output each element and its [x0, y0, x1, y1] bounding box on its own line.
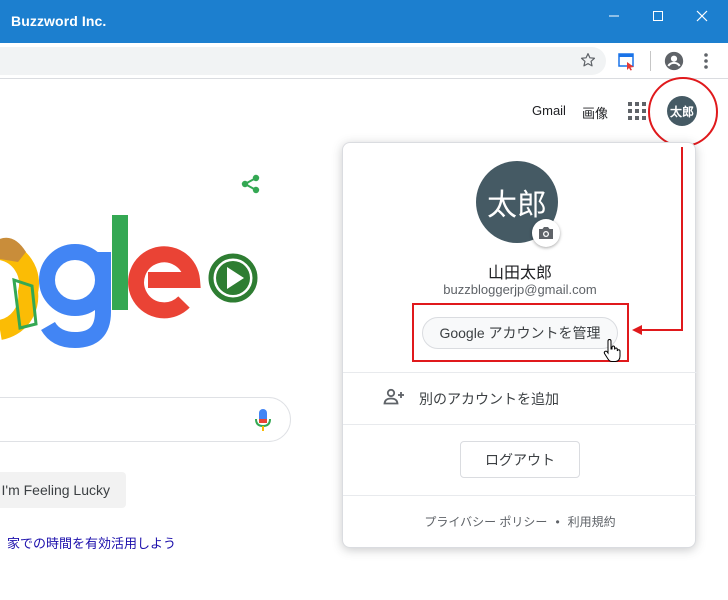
privacy-policy-link[interactable]: プライバシー ポリシー: [424, 515, 547, 529]
google-doodle[interactable]: [0, 200, 270, 350]
browser-window: Buzzword Inc. Gmail 画像 太郎 I'm Feeling Lu…: [0, 0, 728, 600]
window-title: Buzzword Inc.: [11, 13, 107, 29]
annotation-circle: [648, 77, 718, 147]
maximize-button[interactable]: [636, 0, 680, 31]
promo-link[interactable]: 家での時間を有効活用しよう: [7, 533, 176, 552]
add-account-label: 別のアカウントを追加: [419, 391, 559, 407]
add-person-icon: [383, 388, 404, 405]
more-menu-icon[interactable]: [698, 51, 714, 71]
address-bar[interactable]: [0, 47, 606, 75]
popup-divider: [343, 495, 697, 496]
maximize-icon: [653, 10, 663, 21]
images-link[interactable]: 画像: [582, 103, 608, 122]
change-photo-button[interactable]: [532, 219, 560, 247]
toolbar-separator: [650, 51, 651, 71]
account-email: buzzbloggerjp@gmail.com: [443, 282, 597, 297]
minimize-icon: [609, 15, 619, 16]
feeling-lucky-button[interactable]: I'm Feeling Lucky: [0, 472, 126, 508]
profile-icon[interactable]: [663, 50, 685, 72]
extension-icon[interactable]: [617, 51, 637, 71]
logout-button[interactable]: ログアウト: [460, 441, 580, 478]
close-button[interactable]: [680, 0, 724, 31]
gmail-link[interactable]: Gmail: [532, 103, 566, 118]
apps-grid-icon[interactable]: [628, 102, 646, 120]
annotation-box: [412, 303, 629, 362]
popup-footer: プライバシー ポリシー • 利用規約: [343, 513, 697, 530]
popup-divider: [343, 424, 697, 425]
account-popup: 太郎 山田太郎 buzzbloggerjp@gmail.com Google ア…: [342, 142, 697, 548]
voice-search-mic-icon[interactable]: [254, 407, 272, 433]
camera-icon: [539, 227, 553, 239]
close-icon: [696, 10, 708, 21]
hand-cursor-icon: [603, 339, 621, 362]
account-name: 山田太郎: [487, 265, 552, 282]
terms-link[interactable]: 利用規約: [568, 515, 616, 529]
add-account-item[interactable]: 別のアカウントを追加: [343, 372, 697, 424]
title-bar: Buzzword Inc.: [0, 0, 728, 43]
footer-separator: •: [555, 515, 560, 529]
share-icon[interactable]: [240, 173, 262, 195]
minimize-button[interactable]: [592, 0, 636, 31]
search-input[interactable]: [0, 397, 291, 442]
bookmark-star-icon[interactable]: [579, 51, 597, 69]
